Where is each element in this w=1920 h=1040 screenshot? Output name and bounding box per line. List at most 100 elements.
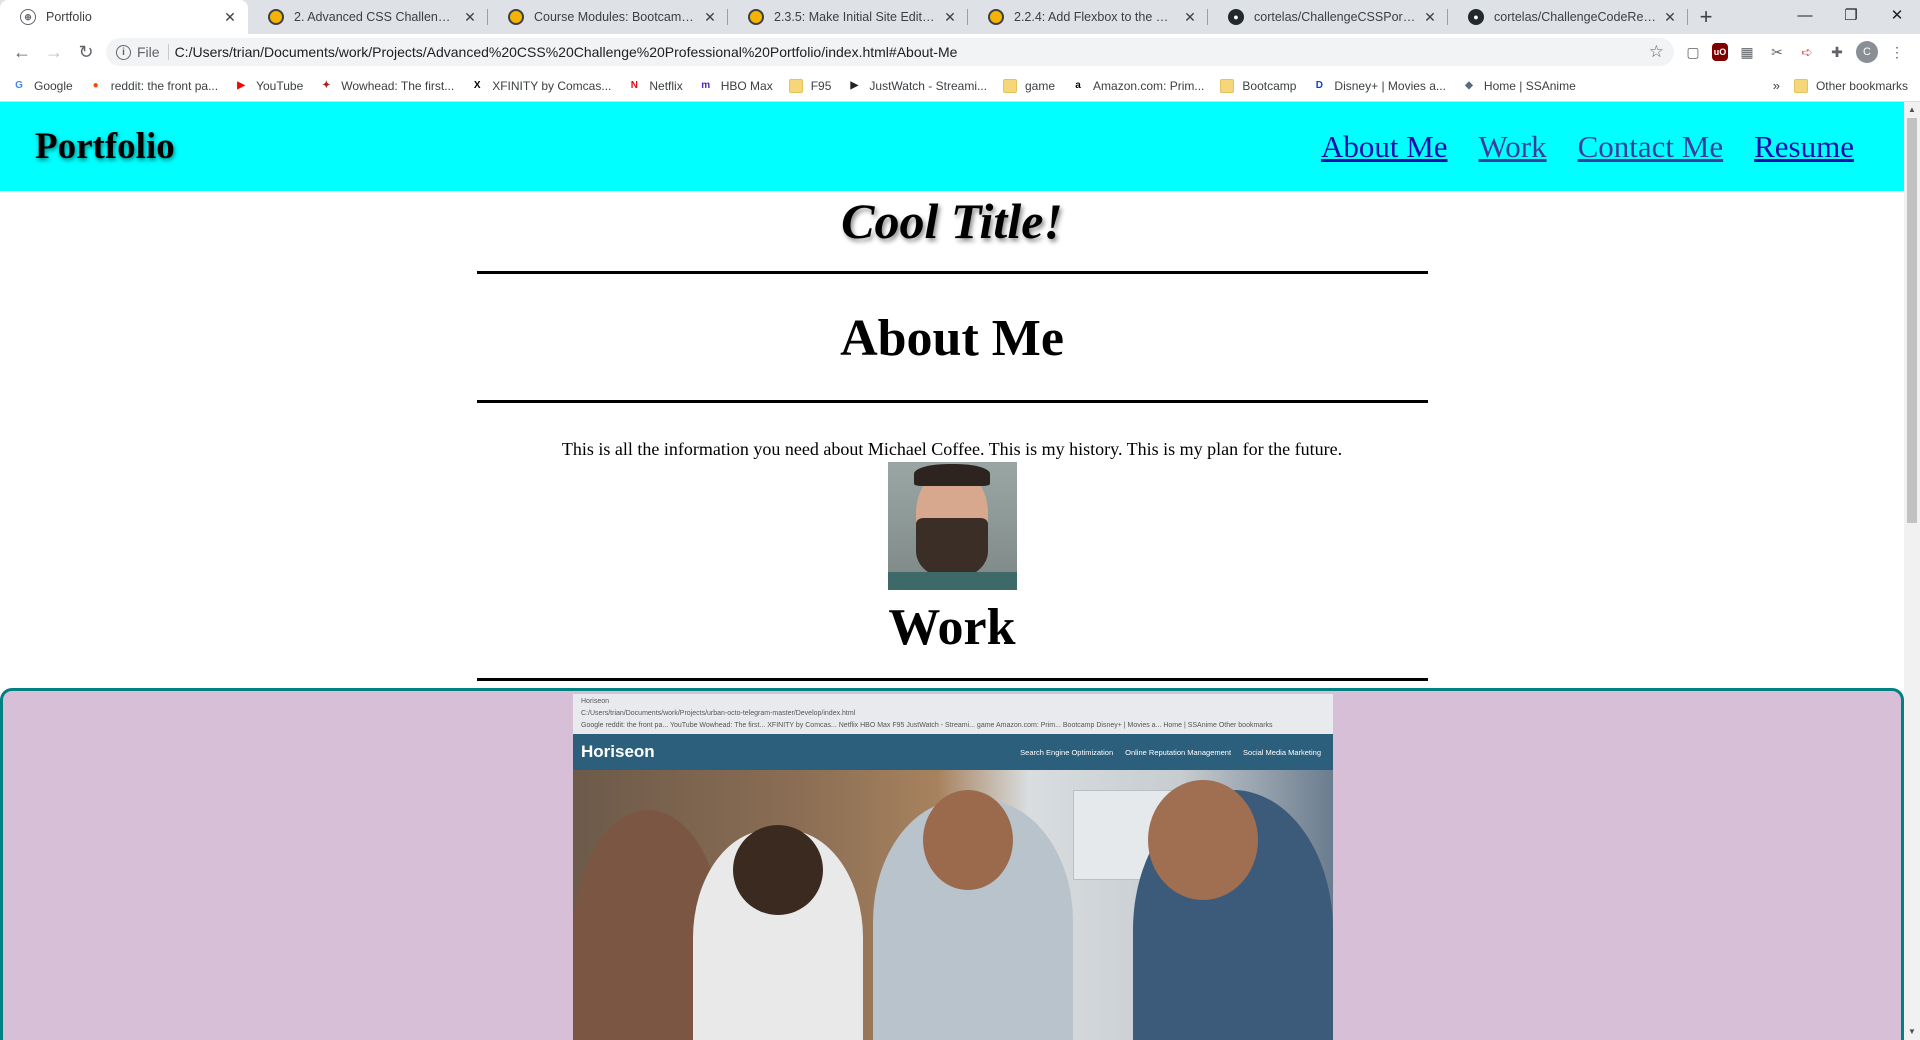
- scheme-label: File: [137, 44, 169, 60]
- nav-link-contact-me[interactable]: Contact Me: [1578, 129, 1724, 165]
- close-icon[interactable]: ✕: [222, 9, 238, 26]
- bookmark-label: Disney+ | Movies a...: [1334, 78, 1446, 93]
- xfinity-icon: X: [473, 79, 481, 91]
- bookmark-item[interactable]: ▶ YouTube: [234, 79, 303, 93]
- tab-title: Course Modules: Bootcamp: UCB: [534, 10, 696, 24]
- page-scrollbar[interactable]: ▲ ▼: [1904, 102, 1920, 1040]
- bookmark-label: Wowhead: The first...: [341, 78, 455, 93]
- bookmark-label: Netflix: [649, 78, 683, 93]
- bookmark-item[interactable]: Bootcamp: [1220, 78, 1297, 93]
- bookmark-item[interactable]: X XFINITY by Comcas...: [470, 79, 611, 93]
- ublock-icon[interactable]: uO: [1712, 43, 1728, 61]
- site-header: Portfolio About Me Work Contact Me Resum…: [0, 102, 1904, 191]
- bookmark-label: HBO Max: [720, 78, 773, 93]
- close-icon[interactable]: ✕: [1422, 9, 1438, 26]
- forward-button[interactable]: →: [38, 36, 70, 68]
- page-viewport: Portfolio About Me Work Contact Me Resum…: [0, 102, 1904, 1040]
- tab-flexbox[interactable]: 2.2.4: Add Flexbox to the Header ✕: [968, 0, 1208, 34]
- justwatch-icon: ▶: [850, 79, 859, 91]
- work-heading: Work: [888, 599, 1016, 656]
- youtube-icon: ▶: [237, 79, 245, 91]
- bookmark-item[interactable]: game: [1003, 78, 1056, 93]
- bookmark-item[interactable]: ◆ Home | SSAnime: [1462, 79, 1576, 93]
- tab-site-edits[interactable]: 2.3.5: Make Initial Site Edits: Boot ✕: [728, 0, 968, 34]
- close-icon[interactable]: ✕: [702, 9, 718, 26]
- bookmark-item[interactable]: m HBO Max: [699, 78, 773, 93]
- nav-link-about-me[interactable]: About Me: [1321, 129, 1448, 165]
- restore-button[interactable]: ❐: [1828, 0, 1874, 30]
- more-bookmarks-button[interactable]: »: [1773, 78, 1780, 93]
- minimize-button[interactable]: —: [1782, 0, 1828, 30]
- bookmark-label: Other bookmarks: [1815, 78, 1908, 93]
- tab-portfolio[interactable]: ⊕ Portfolio ✕: [0, 0, 248, 34]
- work-card[interactable]: Horiseon C:/Users/trian/Documents/work/P…: [0, 688, 1904, 1040]
- bootcamp-icon: [268, 9, 284, 25]
- preview-header: Horiseon Search Engine Optimization Onli…: [573, 734, 1333, 770]
- back-button[interactable]: ←: [6, 36, 38, 68]
- close-window-button[interactable]: ✕: [1874, 0, 1920, 30]
- hbomax-icon: m: [701, 79, 711, 91]
- nav-link-resume[interactable]: Resume: [1754, 129, 1854, 165]
- extensions-area: ▢ uO ▦ ✂ ➪ ✚ C ⋮: [1682, 41, 1920, 63]
- tab-title: cortelas/ChallengeCSSPortfolio: [1254, 10, 1416, 24]
- cool-title: Cool Title!: [841, 193, 1063, 249]
- tools-icon[interactable]: ✂: [1766, 41, 1788, 63]
- folder-icon: [1793, 78, 1808, 93]
- preview-tab-title: Horiseon: [581, 698, 610, 705]
- bookmark-label: game: [1025, 78, 1056, 93]
- about-text: This is all the information you need abo…: [561, 439, 1343, 459]
- preview-nav-link: Search Engine Optimization: [1020, 747, 1114, 757]
- about-heading: About Me: [840, 310, 1064, 367]
- bookmark-item[interactable]: ✦ Wowhead: The first...: [319, 79, 454, 93]
- scrollbar-thumb[interactable]: [1907, 118, 1917, 523]
- scroll-down-icon[interactable]: ▼: [1904, 1024, 1920, 1040]
- tab-github-portfolio[interactable]: ● cortelas/ChallengeCSSPortfolio ✕: [1208, 0, 1448, 34]
- close-icon[interactable]: ✕: [462, 9, 478, 26]
- tab-search-icon[interactable]: ▢: [1682, 41, 1704, 63]
- bookmark-label: Bootcamp: [1242, 78, 1297, 93]
- tab-title: 2.2.4: Add Flexbox to the Header: [1014, 10, 1176, 24]
- work-preview-screenshot[interactable]: Horiseon C:/Users/trian/Documents/work/P…: [573, 694, 1333, 1040]
- preview-browser-chrome: Horiseon C:/Users/trian/Documents/work/P…: [573, 694, 1333, 734]
- tab-github-refactor[interactable]: ● cortelas/ChallengeCodeRefactor ✕: [1448, 0, 1688, 34]
- tab-course-modules[interactable]: Course Modules: Bootcamp: UCB ✕: [488, 0, 728, 34]
- extension-icon[interactable]: ▦: [1736, 41, 1758, 63]
- bookmark-label: XFINITY by Comcas...: [492, 78, 612, 93]
- bookmark-label: Google: [34, 78, 73, 93]
- close-icon[interactable]: ✕: [1662, 9, 1678, 26]
- bookmark-star-icon[interactable]: ☆: [1649, 42, 1664, 62]
- bookmark-item[interactable]: G Google: [12, 79, 73, 93]
- bookmark-item[interactable]: F95: [788, 78, 831, 93]
- close-icon[interactable]: ✕: [942, 9, 958, 26]
- bookmark-label: JustWatch - Streami...: [869, 78, 987, 93]
- site-brand: Portfolio: [35, 126, 175, 167]
- avatar[interactable]: C: [1856, 41, 1878, 63]
- tab-advanced-css-challenge[interactable]: 2. Advanced CSS Challenge: Prof ✕: [248, 0, 488, 34]
- menu-icon[interactable]: ⋮: [1886, 41, 1908, 63]
- ssanime-icon: ◆: [1465, 79, 1473, 91]
- reload-button[interactable]: ↻: [70, 36, 102, 68]
- puzzle-icon[interactable]: ✚: [1826, 41, 1848, 63]
- nav-link-work[interactable]: Work: [1479, 129, 1547, 165]
- browser-toolbar: ← → ↻ i File C:/Users/trian/Documents/wo…: [0, 34, 1920, 70]
- preview-nav: Search Engine Optimization Online Reputa…: [1020, 748, 1321, 757]
- netflix-icon: N: [630, 79, 638, 91]
- bookmark-item[interactable]: ▶ JustWatch - Streami...: [847, 79, 987, 93]
- bookmark-label: Home | SSAnime: [1483, 78, 1576, 93]
- new-tab-button[interactable]: +: [1688, 0, 1724, 34]
- scroll-up-icon[interactable]: ▲: [1904, 102, 1920, 118]
- preview-hero-image: [573, 770, 1333, 1040]
- url-text[interactable]: C:/Users/trian/Documents/work/Projects/A…: [175, 44, 1649, 60]
- disney-icon: D: [1315, 79, 1324, 91]
- tab-title: cortelas/ChallengeCodeRefactor: [1494, 10, 1656, 24]
- address-bar[interactable]: i File C:/Users/trian/Documents/work/Pro…: [106, 38, 1674, 66]
- extension-arrow-icon[interactable]: ➪: [1796, 41, 1818, 63]
- github-icon: ●: [1228, 9, 1244, 25]
- bookmark-item[interactable]: ● reddit: the front pa...: [89, 79, 218, 93]
- other-bookmarks[interactable]: Other bookmarks: [1793, 78, 1908, 93]
- bookmark-item[interactable]: D Disney+ | Movies a...: [1312, 79, 1446, 93]
- info-icon[interactable]: i: [116, 44, 131, 60]
- close-icon[interactable]: ✕: [1182, 9, 1198, 26]
- bookmark-item[interactable]: N Netflix: [627, 78, 683, 93]
- bookmark-item[interactable]: a Amazon.com: Prim...: [1071, 79, 1204, 93]
